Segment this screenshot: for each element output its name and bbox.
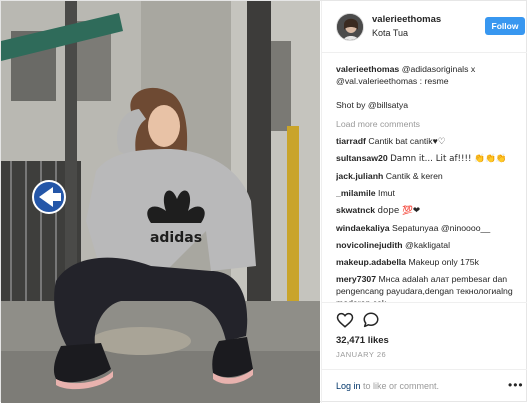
comment-username[interactable]: tiarradf xyxy=(336,136,366,146)
comments-list[interactable]: valerieethomas @adidasoriginals x @val.v… xyxy=(322,54,527,302)
comment-item: windaekaliya Sepatunyaa @ninoooo__ xyxy=(336,222,517,234)
caption: valerieethomas @adidasoriginals x @val.v… xyxy=(336,63,517,87)
speech-bubble-icon[interactable] xyxy=(362,311,380,329)
comment-item: jack.julianh Cantik & keren xyxy=(336,170,517,182)
comment-text: dope 💯❤ xyxy=(377,206,421,216)
header-username[interactable]: valerieethomas xyxy=(372,14,441,25)
more-options-icon[interactable]: ••• xyxy=(508,378,524,392)
comment-item: makeup.adabella Makeup only 175k xyxy=(336,256,517,268)
caption-username[interactable]: valerieethomas xyxy=(336,64,399,74)
post-date[interactable]: JANUARY 26 xyxy=(336,350,386,359)
login-text: to like or comment. xyxy=(360,381,440,391)
caption-shot-by: Shot by @billsatya xyxy=(336,100,409,110)
comment-username[interactable]: makeup.adabella xyxy=(336,257,406,267)
login-bar: Log in to like or comment. ••• xyxy=(322,369,527,404)
adidas-logo-text: adidas xyxy=(150,230,202,246)
post-sidebar: valerieethomas Kota Tua Follow valerieet… xyxy=(321,1,527,403)
header-location[interactable]: Kota Tua xyxy=(372,28,408,38)
comment-username[interactable]: skwatnck xyxy=(336,205,375,215)
comment-item: _milamile Imut xyxy=(336,187,517,199)
comment-username[interactable]: mery7307 xyxy=(336,274,376,284)
avatar[interactable] xyxy=(336,13,364,41)
instagram-post: adidas valerieethomas Kota Tua Follow va… xyxy=(0,0,527,403)
comment-text: Sepatunyaa @ninoooo__ xyxy=(392,223,491,233)
login-prompt: Log in to like or comment. xyxy=(336,381,439,391)
comment-text: Imut xyxy=(378,188,395,198)
comment-text: Makeup only 175k xyxy=(408,257,479,267)
comment-username[interactable]: novicolinejudith xyxy=(336,240,403,250)
likes-count[interactable]: 32,471 likes xyxy=(336,335,389,346)
comment-username[interactable]: sultansaw20 xyxy=(336,153,388,163)
comment-item: mery7307 Мнса adalah алат pembesar dan p… xyxy=(336,273,517,302)
comment-item: skwatnck dope 💯❤ xyxy=(336,204,517,217)
post-header: valerieethomas Kota Tua Follow xyxy=(322,1,527,53)
load-more-comments-button[interactable]: Load more comments xyxy=(336,118,517,130)
avatar-image xyxy=(337,14,363,40)
comment-username[interactable]: jack.julianh xyxy=(336,171,383,181)
follow-button[interactable]: Follow xyxy=(485,17,525,35)
heart-outline-icon[interactable] xyxy=(336,311,354,329)
comment-username[interactable]: _milamile xyxy=(336,188,376,198)
post-actions: 32,471 likes JANUARY 26 Log in to like o… xyxy=(322,302,527,403)
comment-text: Cantik bat cantik♥♡ xyxy=(368,136,446,146)
comment-item: sultansaw20 Damn it... Lit af!!!! 👏👏👏 xyxy=(336,152,517,165)
comment-item: tiarradf Cantik bat cantik♥♡ xyxy=(336,135,517,147)
comment-text: Damn it... Lit af!!!! 👏👏👏 xyxy=(390,154,507,164)
login-link[interactable]: Log in xyxy=(336,381,361,391)
comment-text: Cantik & keren xyxy=(385,171,443,181)
comment-username[interactable]: windaekaliya xyxy=(336,223,390,233)
comment-text: @kakligatal xyxy=(405,240,451,250)
photo-illustration: adidas xyxy=(1,1,320,403)
comment-item: novicolinejudith @kakligatal xyxy=(336,239,517,251)
post-photo[interactable]: adidas xyxy=(1,1,320,403)
